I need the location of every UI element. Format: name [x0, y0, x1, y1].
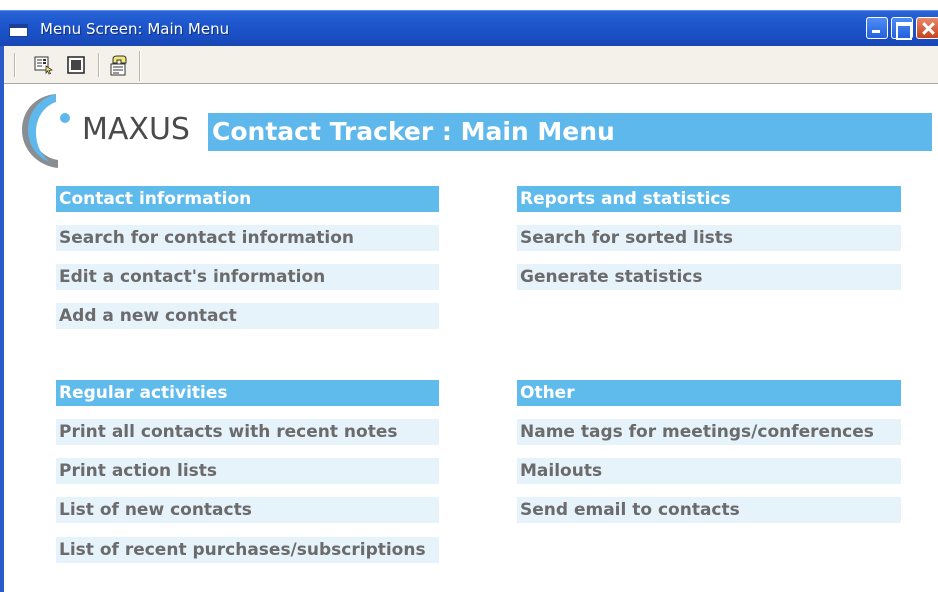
page-title: Contact Tracker : Main Menu	[208, 113, 932, 151]
minimize-button[interactable]	[866, 17, 888, 39]
section-heading-regular-activities: Regular activities	[56, 380, 439, 406]
section-heading-reports-statistics: Reports and statistics	[517, 186, 901, 212]
window-title: Menu Screen: Main Menu	[40, 20, 230, 38]
window-titlebar[interactable]: Menu Screen: Main Menu	[0, 10, 938, 46]
window-border	[0, 46, 4, 592]
toolbar-grip[interactable]	[14, 53, 16, 77]
close-button[interactable]	[916, 17, 938, 39]
menu-item-add-contact[interactable]: Add a new contact	[56, 303, 439, 329]
menu-item-generate-statistics[interactable]: Generate statistics	[517, 264, 901, 290]
toolbar-separator	[98, 53, 100, 77]
brand-name: MAXUS	[82, 112, 190, 147]
section-heading-other: Other	[517, 380, 901, 406]
menu-item-mailouts[interactable]: Mailouts	[517, 458, 901, 484]
form-view-icon[interactable]	[34, 55, 54, 75]
menu-item-search-contact[interactable]: Search for contact information	[56, 225, 439, 251]
section-heading-contact-information: Contact information	[56, 186, 439, 212]
toolbar-separator	[139, 51, 141, 81]
properties-icon[interactable]	[107, 55, 127, 76]
menu-item-print-action-lists[interactable]: Print action lists	[56, 458, 439, 484]
menu-item-sorted-lists[interactable]: Search for sorted lists	[517, 225, 901, 251]
design-view-icon[interactable]	[66, 55, 86, 75]
menu-item-print-recent-notes[interactable]: Print all contacts with recent notes	[56, 419, 439, 445]
maxus-logo-icon	[20, 92, 78, 170]
maximize-button[interactable]	[891, 17, 913, 40]
menu-item-send-email[interactable]: Send email to contacts	[517, 497, 901, 523]
toolbar	[4, 46, 938, 84]
window-icon	[9, 24, 28, 37]
menu-item-recent-purchases[interactable]: List of recent purchases/subscriptions	[56, 537, 439, 563]
menu-item-edit-contact[interactable]: Edit a contact's information	[56, 264, 439, 290]
menu-item-new-contacts[interactable]: List of new contacts	[56, 497, 439, 523]
menu-item-name-tags[interactable]: Name tags for meetings/conferences	[517, 419, 901, 445]
